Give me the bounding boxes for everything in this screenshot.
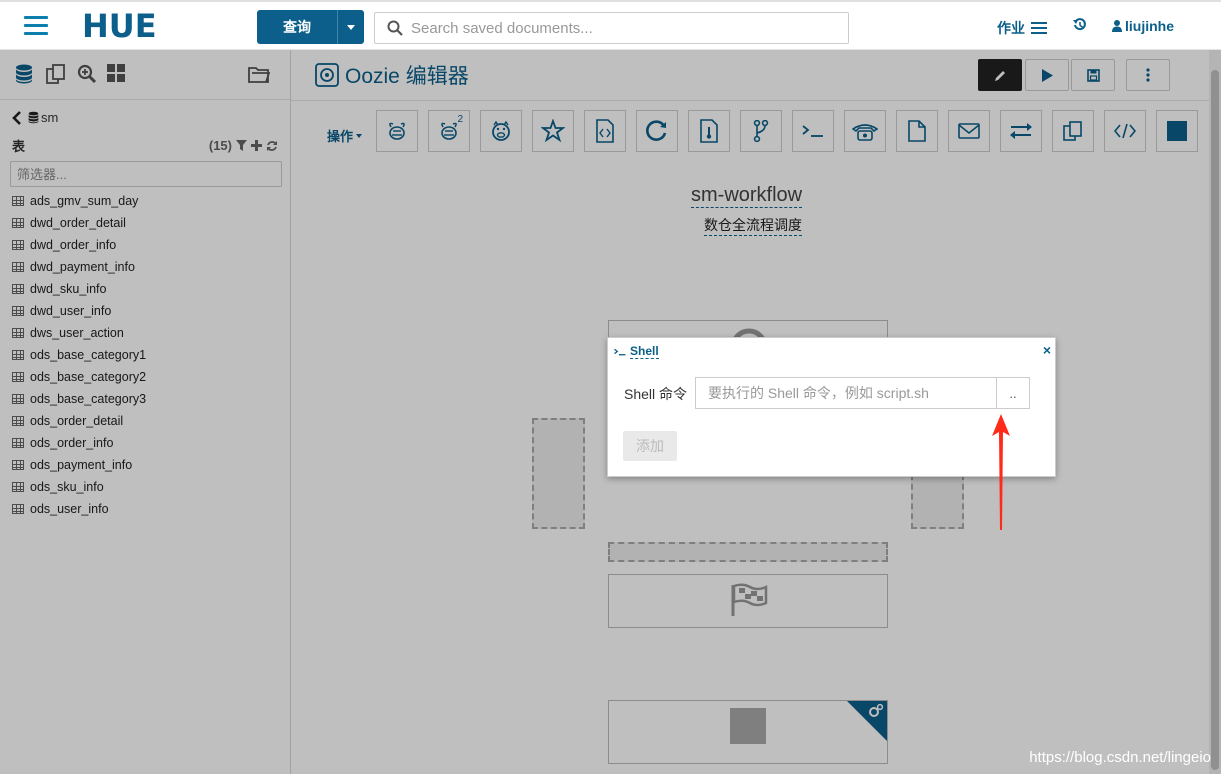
add-button[interactable]: 添加: [623, 431, 677, 461]
user-name: liujinhe: [1125, 18, 1174, 34]
svg-text:HUE: HUE: [82, 8, 157, 44]
chevron-down-icon: [347, 24, 355, 30]
user-menu[interactable]: liujinhe: [1112, 18, 1174, 34]
shell-command-input[interactable]: [695, 377, 997, 409]
browse-file-button[interactable]: ..: [996, 377, 1030, 409]
query-dropdown-toggle[interactable]: [338, 10, 364, 44]
dialog-title: Shell: [614, 344, 659, 359]
close-icon[interactable]: ×: [1043, 342, 1051, 358]
terminal-icon: [614, 348, 626, 355]
dialog-title-text[interactable]: Shell: [630, 344, 659, 359]
shell-action-dialog: Shell × Shell 命令 .. 添加: [607, 337, 1056, 477]
hamburger-menu-icon[interactable]: [24, 16, 48, 36]
shell-command-label: Shell 命令: [624, 386, 688, 402]
query-button-label: 查询: [257, 10, 338, 44]
watermark-text: https://blog.csdn.net/lingeio: [1029, 749, 1211, 766]
history-icon: [1073, 18, 1086, 31]
search-icon: [387, 20, 403, 36]
red-arrow-annotation: [992, 414, 1010, 530]
hue-logo[interactable]: HUE: [82, 7, 182, 47]
user-icon: [1112, 20, 1122, 32]
jobs-list-icon: [1031, 22, 1047, 34]
search-input[interactable]: [411, 19, 831, 37]
search-box[interactable]: [374, 12, 849, 44]
query-button[interactable]: 查询: [257, 10, 364, 44]
history-button[interactable]: [1073, 18, 1087, 32]
jobs-label: 作业: [997, 20, 1025, 36]
jobs-link[interactable]: 作业: [997, 18, 1047, 38]
top-navbar: HUE 查询 作业 liujinhe: [0, 0, 1221, 50]
